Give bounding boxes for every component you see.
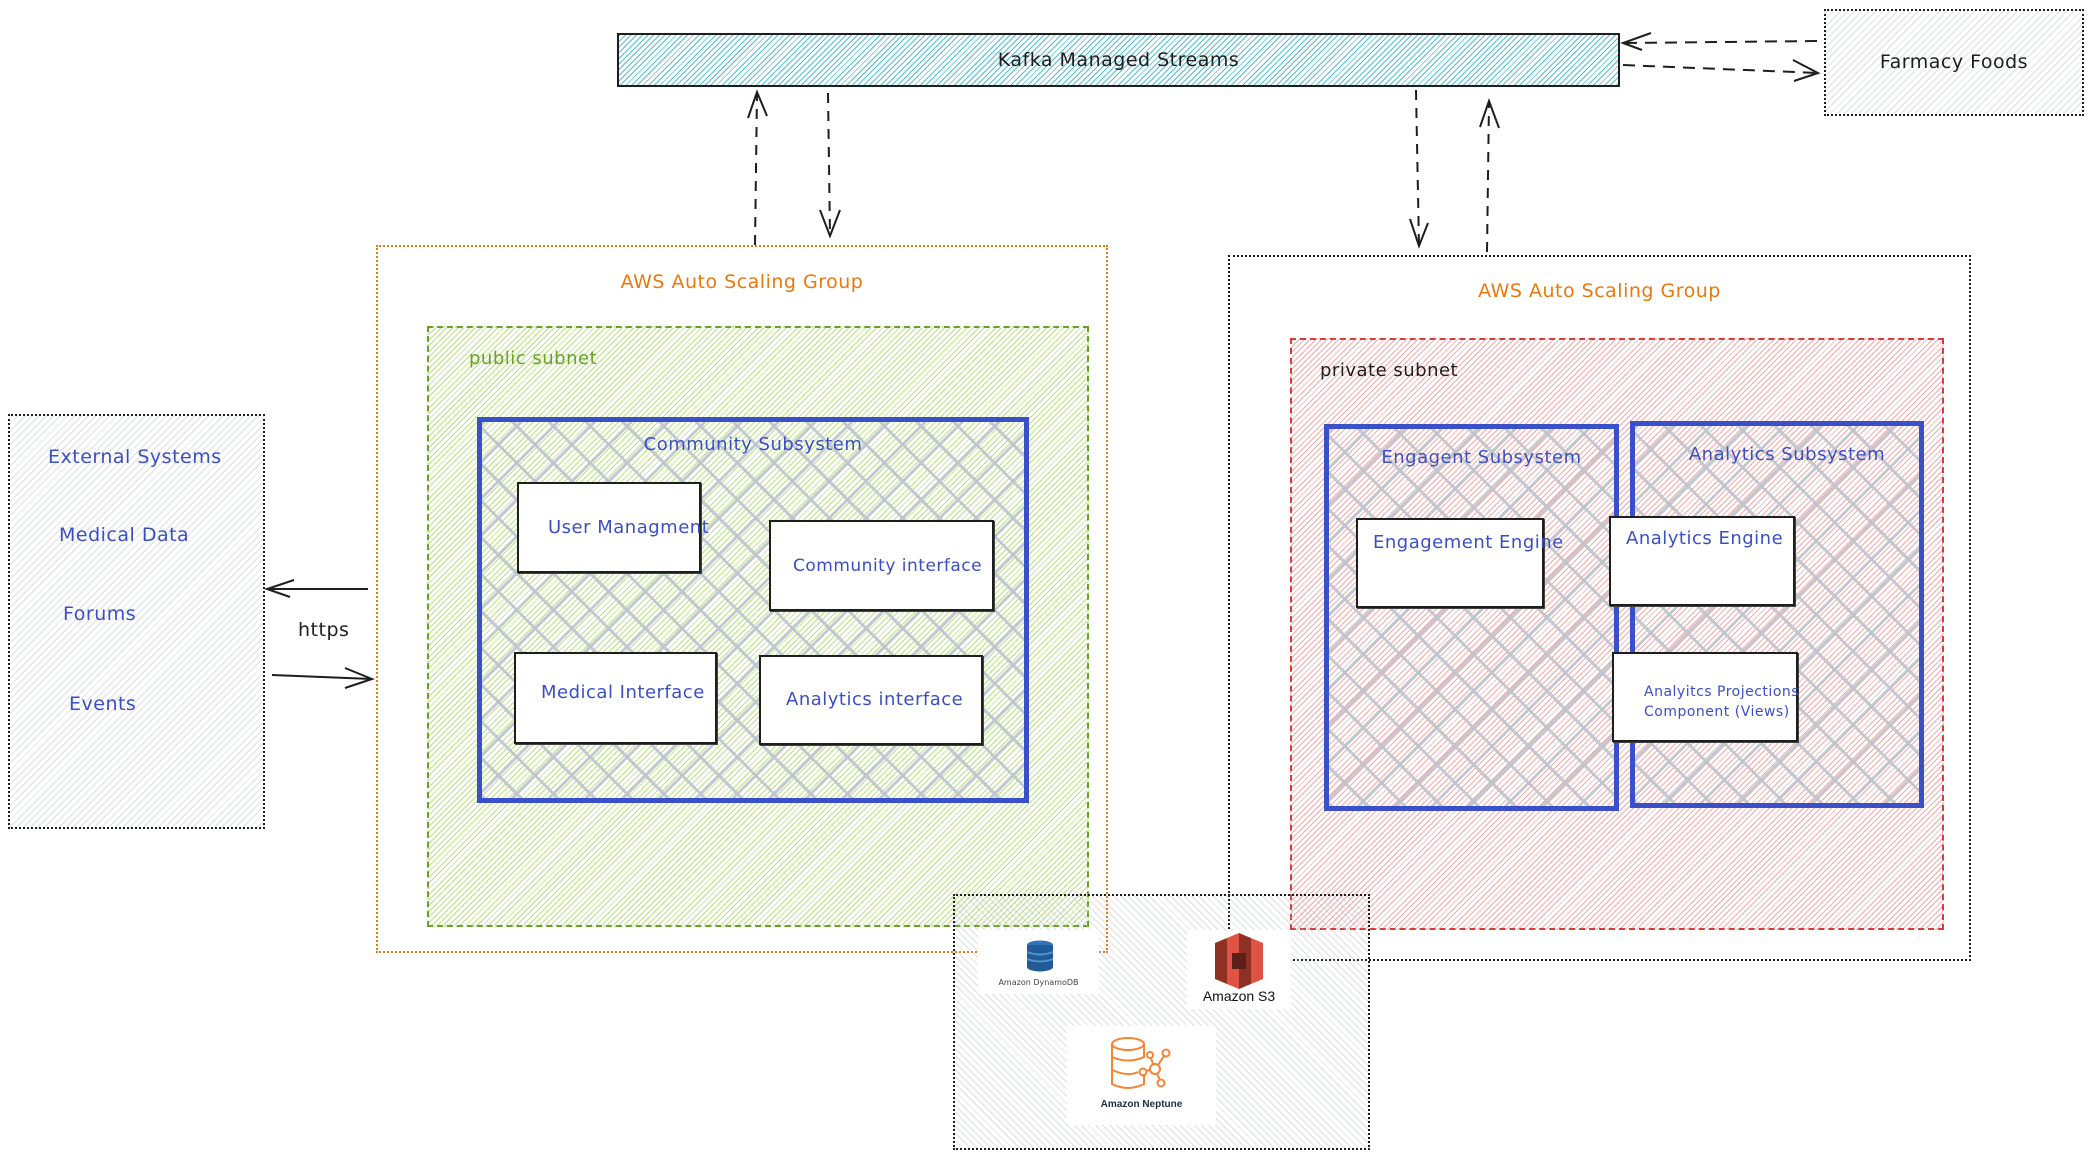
component-label: Medical Interface (541, 682, 705, 703)
private-subnet-label: private subnet (1320, 360, 1459, 381)
farmacy-foods-box[interactable]: Farmacy Foods (1824, 9, 2084, 116)
analytics-subsystem-title: Analytics Subsystem (1688, 444, 1886, 465)
dynamodb-icon (1026, 940, 1054, 972)
arrow-right-asg-to-kafka (1479, 98, 1500, 253)
s3-card[interactable]: Amazon S3 (1187, 930, 1291, 1009)
kafka-label: Kafka Managed Streams (997, 49, 1240, 71)
component-label-line-2: Component (Views) (1644, 704, 1790, 720)
component-label: Engagement Engine (1373, 532, 1564, 553)
asg-left-title: AWS Auto Scaling Group (620, 271, 864, 293)
component-engagement-engine[interactable]: Engagement Engine (1356, 518, 1563, 608)
component-label: Analytics Engine (1626, 528, 1784, 549)
component-analytics-interface[interactable]: Analytics interface (759, 655, 983, 745)
kafka-managed-streams-box[interactable]: Kafka Managed Streams (617, 33, 1620, 87)
component-medical-interface[interactable]: Medical Interface (514, 652, 717, 744)
s3-icon (1215, 933, 1263, 989)
external-item-events: Events (69, 693, 137, 715)
component-label-line-1: Analyitcs Projections (1644, 684, 1800, 700)
component-user-managment[interactable]: User Managment (517, 482, 709, 573)
component-label: Analyitcs Projections Component (Views) (1644, 682, 1799, 722)
neptune-icon (1111, 1037, 1171, 1089)
s3-label: Amazon S3 (1202, 988, 1276, 1004)
farmacy-foods-label: Farmacy Foods (1879, 51, 2029, 73)
arrow-kafka-to-left-asg (819, 92, 841, 239)
component-label: Analytics interface (786, 689, 964, 710)
component-analytics-projections[interactable]: Analyitcs Projections Component (Views) (1612, 652, 1799, 742)
arrow-farmacy-to-kafka (1620, 32, 1818, 51)
public-subnet-label: public subnet (469, 348, 598, 369)
arrow-external-to-asg (271, 667, 375, 689)
neptune-label: Amazon Neptune (1100, 1099, 1183, 1110)
external-item-forums: Forums (63, 603, 137, 625)
external-item-medical-data: Medical Data (59, 524, 190, 546)
dynamodb-card[interactable]: Amazon DynamoDB (978, 930, 1099, 994)
external-systems-title: External Systems (48, 446, 222, 468)
component-community-interface[interactable]: Community interface (769, 520, 994, 611)
external-systems-box[interactable]: External Systems Medical Data Forums Eve… (8, 414, 265, 829)
component-analytics-engine[interactable]: Analytics Engine (1609, 516, 1795, 606)
arrow-kafka-to-farmacy (1622, 59, 1821, 82)
asg-right-title: AWS Auto Scaling Group (1478, 280, 1721, 302)
dynamodb-label: Amazon DynamoDB (998, 978, 1079, 987)
arrow-left-asg-to-kafka (747, 89, 768, 246)
component-label: Community interface (793, 556, 983, 576)
engagent-subsystem-box[interactable]: Engagent Subsystem (1324, 424, 1619, 811)
component-label: User Managment (548, 517, 710, 538)
https-label: https (298, 619, 350, 641)
arrow-asg-to-external (263, 579, 368, 598)
community-subsystem-title: Community Subsystem (643, 434, 863, 455)
engagent-subsystem-title: Engagent Subsystem (1381, 447, 1582, 468)
analytics-subsystem-box[interactable]: Analytics Subsystem (1630, 421, 1924, 808)
neptune-card[interactable]: Amazon Neptune (1067, 1026, 1216, 1125)
arrow-kafka-to-right-asg (1409, 89, 1429, 249)
